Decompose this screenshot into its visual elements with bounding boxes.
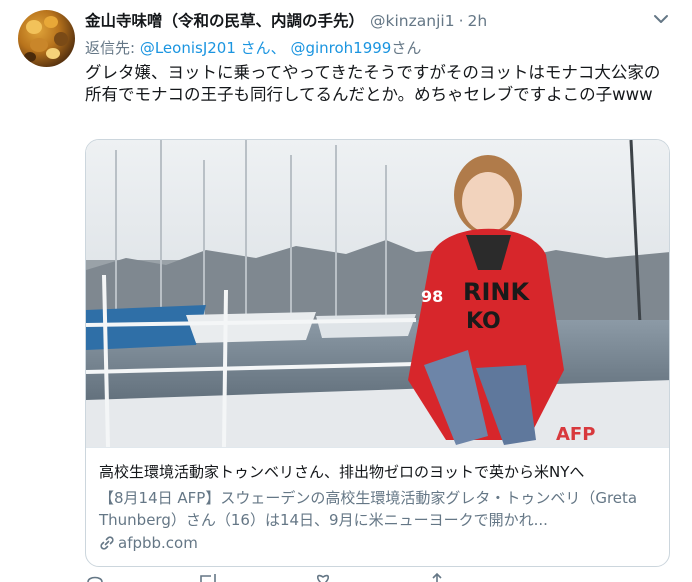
tweet-actions: [85, 572, 535, 582]
chevron-down-icon[interactable]: [652, 12, 670, 26]
card-image[interactable]: RINK KO 98 AFP: [86, 140, 670, 447]
card-body[interactable]: 高校生環境活動家トゥンベリさん、排出物ゼロのヨットで英から米NYへ 【8月14日…: [86, 447, 669, 566]
svg-text:98: 98: [421, 287, 443, 306]
card-domain-text: afpbb.com: [118, 534, 198, 552]
svg-text:KO: KO: [466, 309, 501, 334]
link-icon: [100, 536, 114, 550]
reply-icon[interactable]: [85, 572, 105, 582]
mention-link[interactable]: @LeonisJ201 さん、: [140, 39, 286, 57]
afp-watermark: AFP: [556, 424, 595, 445]
reply-context: 返信先: @LeonisJ201 さん、 @ginroh1999さん: [85, 37, 421, 58]
card-domain[interactable]: afpbb.com: [99, 534, 198, 552]
reply-prefix: 返信先:: [85, 39, 136, 57]
reply-suffix: さん: [391, 39, 422, 57]
card-description: 【8月14日 AFP】スウェーデンの高校生環境活動家グレタ・トゥンベリ（Gret…: [99, 489, 638, 529]
svg-text:RINK: RINK: [463, 278, 530, 306]
separator-dot: ·: [458, 12, 464, 30]
card-title[interactable]: 高校生環境活動家トゥンベリさん、排出物ゼロのヨットで英から米NYへ: [99, 461, 664, 482]
display-name[interactable]: 金山寺味噌（令和の民草、内調の手先）: [85, 12, 364, 30]
link-card[interactable]: RINK KO 98 AFP 高校生環境活動家トゥンベリさん、排出物ゼロのヨット…: [85, 139, 670, 567]
tweet: 金山寺味噌（令和の民草、内調の手先） @kinzanji1 · 2h 返信先: @Le…: [0, 0, 692, 582]
timestamp[interactable]: 2h: [468, 12, 488, 30]
user-handle[interactable]: @kinzanji1: [370, 12, 455, 30]
avatar[interactable]: [18, 10, 75, 67]
tweet-text: グレタ嬢、ヨットに乗ってやってきたそうですがそのヨットはモナコ大公家の所有でモナ…: [85, 63, 661, 104]
heart-icon[interactable]: [313, 572, 333, 582]
share-icon[interactable]: [427, 572, 447, 582]
retweet-icon[interactable]: [197, 572, 219, 582]
mention-link[interactable]: @ginroh1999: [290, 39, 391, 57]
tweet-header: 金山寺味噌（令和の民草、内調の手先） @kinzanji1 · 2h: [85, 9, 488, 30]
